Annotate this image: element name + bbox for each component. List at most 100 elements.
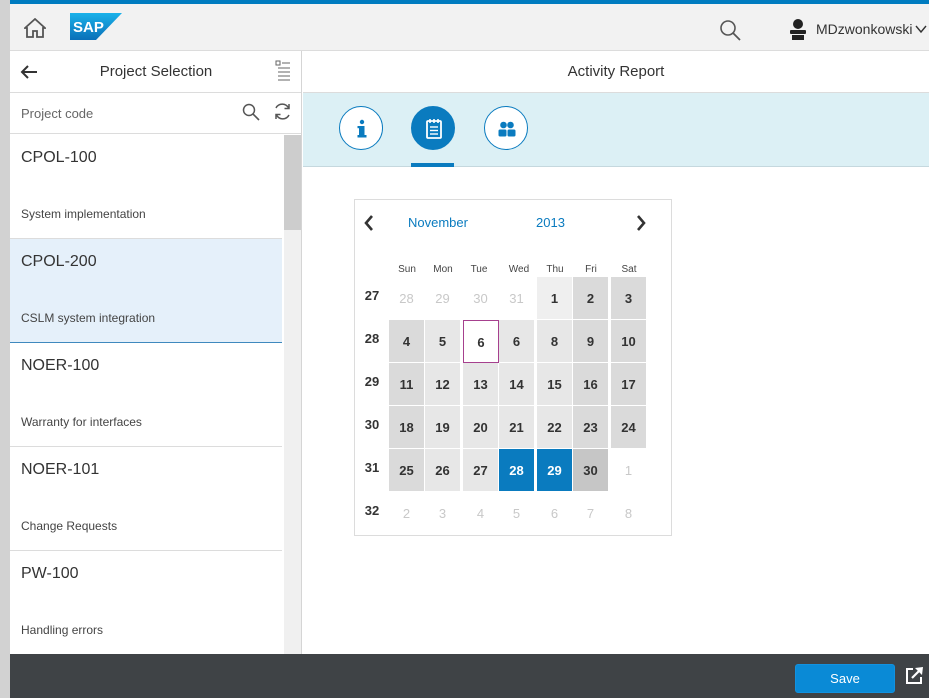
refresh-icon[interactable] — [273, 102, 292, 121]
calendar-day[interactable]: 30 — [573, 449, 609, 492]
list-item-noer-100[interactable]: NOER-100 Warranty for interfaces — [10, 343, 282, 447]
calendar-day[interactable]: 16 — [573, 363, 609, 406]
list-scrollbar[interactable] — [284, 135, 301, 654]
calendar-day-today[interactable]: 6 — [463, 320, 499, 363]
calendar-month-button[interactable]: November — [408, 215, 468, 230]
list-filter-icon[interactable] — [275, 60, 291, 82]
project-list: CPOL-100 System implementation CPOL-200 … — [10, 135, 282, 654]
list-item-cpol-100[interactable]: CPOL-100 System implementation — [10, 135, 282, 239]
calendar-day-selected[interactable]: 28 — [499, 449, 535, 492]
active-tab-indicator — [411, 163, 454, 167]
user-icon — [790, 19, 806, 40]
project-code: NOER-100 — [21, 357, 100, 374]
search-row — [10, 93, 301, 134]
calendar-day[interactable]: 3 — [425, 492, 461, 535]
calendar-day[interactable]: 8 — [611, 492, 647, 535]
calendar-day[interactable]: 31 — [499, 277, 535, 320]
calendar-day[interactable]: 9 — [573, 320, 609, 363]
list-item-pw-100[interactable]: PW-100 Handling errors — [10, 551, 282, 654]
search-icon[interactable] — [242, 103, 260, 121]
calendar-day[interactable]: 13 — [463, 363, 499, 406]
calendar-day[interactable]: 27 — [463, 449, 499, 492]
list-item-noer-101[interactable]: NOER-101 Change Requests — [10, 447, 282, 551]
calendar-day[interactable]: 3 — [611, 277, 647, 320]
calendar-day[interactable]: 24 — [611, 406, 647, 449]
project-description: Warranty for interfaces — [21, 415, 142, 429]
week-number: 30 — [364, 417, 380, 432]
calendar-day[interactable]: 12 — [425, 363, 461, 406]
calendar-day-selected[interactable]: 29 — [537, 449, 573, 492]
calendar-day[interactable]: 23 — [573, 406, 609, 449]
project-description: Change Requests — [21, 519, 118, 533]
calendar-day[interactable]: 2 — [389, 492, 425, 535]
detail-pane: Activity Report November 2013 Sun Mon Tu… — [303, 51, 929, 654]
footer-bar: Save — [10, 654, 929, 698]
tab-team[interactable] — [484, 106, 528, 150]
info-icon — [357, 119, 367, 138]
calendar-day[interactable]: 14 — [499, 363, 535, 406]
calendar-day[interactable]: 30 — [463, 277, 499, 320]
search-icon[interactable] — [719, 19, 741, 41]
project-code: CPOL-200 — [21, 253, 97, 270]
calendar-day[interactable]: 11 — [389, 363, 425, 406]
calendar-day[interactable]: 6 — [499, 320, 535, 363]
project-description: CSLM system integration — [21, 311, 156, 325]
user-menu[interactable]: MDzwonkowski — [788, 16, 928, 42]
project-description: Handling errors — [21, 623, 104, 637]
scrollbar-thumb[interactable] — [284, 135, 301, 230]
calendar-day[interactable]: 1 — [611, 449, 647, 492]
calendar-day[interactable]: 15 — [537, 363, 573, 406]
weekday-header: Sun — [398, 264, 416, 275]
project-search-input[interactable] — [10, 93, 230, 133]
user-name: MDzwonkowski — [816, 21, 913, 37]
calendar-day[interactable]: 20 — [463, 406, 499, 449]
calendar-day[interactable]: 5 — [499, 492, 535, 535]
calendar-day[interactable]: 19 — [425, 406, 461, 449]
weekday-header: Mon — [433, 264, 453, 275]
calendar-day[interactable]: 25 — [389, 449, 425, 492]
calendar-year-button[interactable]: 2013 — [536, 215, 565, 230]
project-code: PW-100 — [21, 565, 79, 582]
detail-title: Activity Report — [303, 51, 929, 93]
tab-activity-report[interactable] — [411, 106, 455, 150]
calendar-day[interactable]: 2 — [573, 277, 609, 320]
master-header: Project Selection — [10, 51, 301, 93]
calendar-day[interactable]: 4 — [463, 492, 499, 535]
week-number: 29 — [364, 374, 380, 389]
calendar-day[interactable]: 22 — [537, 406, 573, 449]
project-code: CPOL-100 — [21, 149, 97, 166]
project-code: NOER-101 — [21, 461, 100, 478]
calendar-day[interactable]: 28 — [389, 277, 425, 320]
share-icon[interactable] — [905, 666, 924, 685]
calendar-day[interactable]: 6 — [537, 492, 573, 535]
calendar-day[interactable]: 18 — [389, 406, 425, 449]
weekday-header: Fri — [585, 264, 597, 275]
calendar-day[interactable]: 17 — [611, 363, 647, 406]
app-root: SAP MDzwonkowski Project Selection Proje… — [0, 0, 929, 698]
home-icon[interactable] — [24, 18, 46, 38]
calendar-day[interactable]: 8 — [537, 320, 573, 363]
week-number: 31 — [364, 460, 380, 475]
calendar-day[interactable]: 26 — [425, 449, 461, 492]
chevron-right-icon[interactable] — [633, 214, 649, 232]
icon-tab-bar — [303, 93, 929, 167]
calendar-day[interactable]: 29 — [425, 277, 461, 320]
project-description: System implementation — [21, 207, 146, 221]
calendar-day[interactable]: 10 — [611, 320, 647, 363]
sap-logo-text: SAP — [73, 19, 104, 36]
calendar-day[interactable]: 4 — [389, 320, 425, 363]
sap-logo[interactable]: SAP — [70, 13, 122, 40]
shell-bar: SAP MDzwonkowski — [10, 0, 929, 51]
calendar-day[interactable]: 21 — [499, 406, 535, 449]
week-number: 28 — [364, 331, 380, 346]
save-button[interactable]: Save — [795, 664, 895, 693]
weekday-header: Thu — [546, 264, 564, 275]
calendar-day[interactable]: 7 — [573, 492, 609, 535]
calendar-day[interactable]: 1 — [537, 277, 573, 320]
weekday-header: Sat — [621, 264, 637, 275]
chevron-left-icon[interactable] — [361, 214, 377, 232]
tab-info[interactable] — [339, 106, 383, 150]
list-item-cpol-200[interactable]: CPOL-200 CSLM system integration — [10, 239, 282, 343]
calendar-day[interactable]: 5 — [425, 320, 461, 363]
chevron-down-icon — [915, 25, 928, 34]
